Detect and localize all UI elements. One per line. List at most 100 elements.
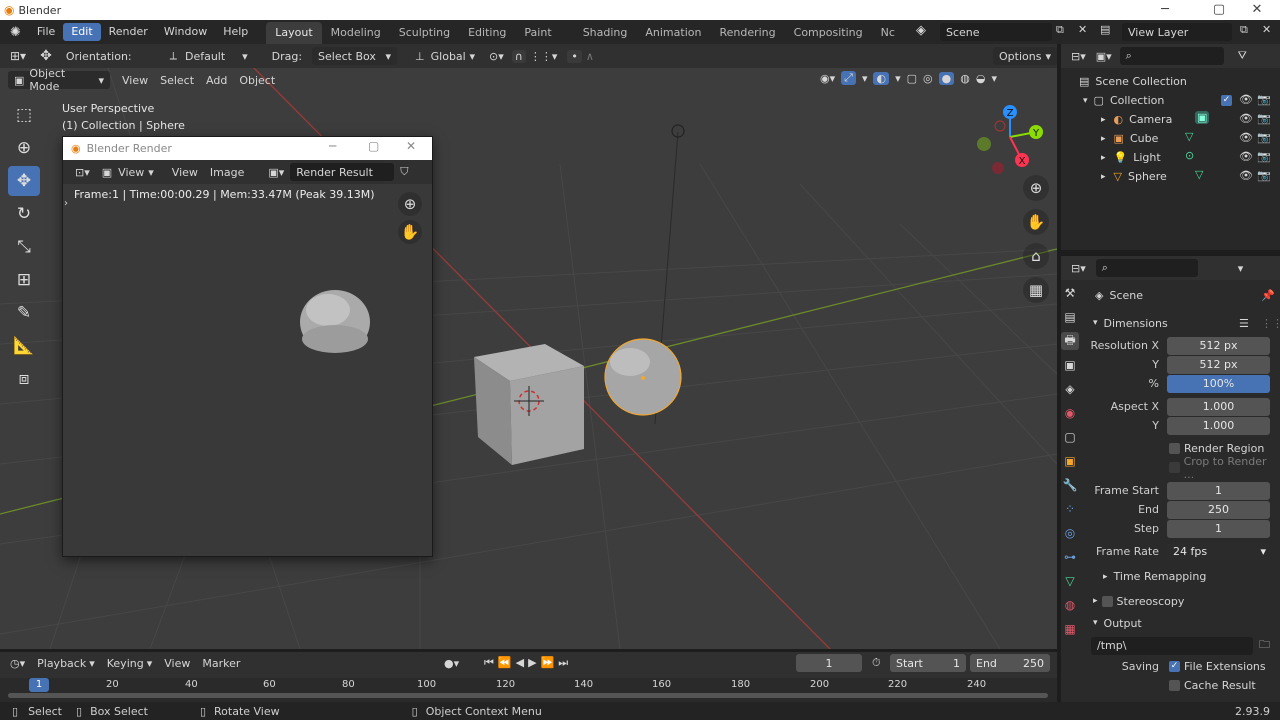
- pan-hand-icon[interactable]: ✋: [1023, 209, 1049, 235]
- data-tab-icon[interactable]: ▽: [1061, 572, 1079, 590]
- sphere-object[interactable]: [604, 338, 682, 416]
- collection-visibility-icon[interactable]: 👁: [1239, 93, 1253, 106]
- expand-arrow-icon[interactable]: ▸: [1101, 153, 1106, 163]
- image-view-mode-dropdown[interactable]: ▣ View ▾: [96, 163, 160, 181]
- render-shield-icon[interactable]: ⛉: [400, 165, 408, 179]
- transform-orientation-dropdown[interactable]: ⊥ Global ▾: [409, 47, 481, 65]
- proportional-edit-icon[interactable]: •: [567, 49, 582, 63]
- solid-shading-icon[interactable]: ●: [938, 71, 955, 85]
- output-panel-header[interactable]: ▾ Output: [1087, 612, 1277, 634]
- cube-render-icon[interactable]: 📷: [1257, 131, 1271, 144]
- physics-tab-icon[interactable]: ◎: [1061, 524, 1079, 542]
- light-visibility-icon[interactable]: 👁: [1239, 150, 1253, 163]
- move-tool-button-icon[interactable]: ✥: [8, 166, 40, 196]
- drag-handle-icon[interactable]: ⋮⋮: [1261, 317, 1280, 330]
- modifier-tab-icon[interactable]: 🔧: [1061, 476, 1079, 494]
- aspect-y-field[interactable]: 1.000: [1167, 416, 1270, 435]
- tab-compositing[interactable]: Compositing: [785, 22, 872, 44]
- tab-sculpting[interactable]: Sculpting: [390, 22, 459, 44]
- tab-layout[interactable]: Layout: [266, 22, 322, 44]
- menu-help[interactable]: Help: [215, 23, 256, 41]
- rendered-shading-icon[interactable]: ◒: [976, 72, 986, 85]
- gizmo-toggle-icon[interactable]: ⤢: [841, 71, 856, 85]
- falloff-icon[interactable]: ∧: [586, 50, 594, 63]
- playback-dropdown[interactable]: Playback ▾: [31, 654, 101, 672]
- delete-scene-icon[interactable]: ✕: [1078, 23, 1087, 36]
- render-maximize-icon[interactable]: ▢: [368, 139, 379, 153]
- image-editor-type-icon[interactable]: ⊡▾: [75, 166, 90, 179]
- current-frame-field[interactable]: 1: [796, 654, 862, 672]
- outliner-collection[interactable]: ▾ ▢ Collection ✓ 👁 📷: [1061, 91, 1280, 110]
- camera-view-icon[interactable]: ⌂: [1023, 243, 1049, 269]
- marker-menu[interactable]: Marker: [196, 654, 246, 672]
- tab-texture-paint[interactable]: Texture Paint: [515, 20, 573, 44]
- zoom-icon[interactable]: ⊕: [1023, 175, 1049, 201]
- menu-add[interactable]: Add: [200, 71, 233, 89]
- expand-arrow-icon[interactable]: ▾: [1083, 96, 1088, 106]
- stereoscopy-panel-header[interactable]: ▸ Stereoscopy: [1087, 590, 1277, 612]
- resolution-percent-slider[interactable]: 100%: [1167, 374, 1270, 393]
- sphere-visibility-icon[interactable]: 👁: [1239, 169, 1253, 182]
- light-render-icon[interactable]: 📷: [1257, 150, 1271, 163]
- playhead[interactable]: 1: [29, 678, 49, 692]
- view-layer-selector[interactable]: View Layer: [1122, 23, 1232, 41]
- cache-result-checkbox[interactable]: [1169, 680, 1180, 691]
- expand-arrow-icon[interactable]: ▸: [1101, 172, 1106, 182]
- editor-type-icon[interactable]: ⊞▾: [10, 49, 26, 63]
- outliner-scene-collection[interactable]: ▤ Scene Collection: [1061, 72, 1280, 91]
- menu-render[interactable]: Render: [101, 23, 156, 41]
- delete-view-layer-icon[interactable]: ✕: [1262, 23, 1271, 36]
- file-extensions-checkbox[interactable]: ✓: [1169, 661, 1180, 672]
- image-menu-view[interactable]: View: [166, 163, 204, 181]
- render-slot-field[interactable]: Render Result: [290, 163, 395, 181]
- menu-file[interactable]: File: [29, 23, 63, 41]
- scene-type-icon[interactable]: ◈: [916, 23, 926, 38]
- end-frame-field[interactable]: End 250: [970, 654, 1050, 672]
- presets-icon[interactable]: ☰: [1239, 317, 1249, 330]
- tab-rendering[interactable]: Rendering: [710, 22, 784, 44]
- frame-start-field[interactable]: 1: [1167, 481, 1270, 500]
- menu-view[interactable]: View: [116, 71, 154, 89]
- collection-render-icon[interactable]: 📷: [1257, 93, 1271, 106]
- tab-animation[interactable]: Animation: [636, 22, 710, 44]
- timeline-scrollbar[interactable]: [8, 693, 1048, 698]
- tool-tab-icon[interactable]: ⚒: [1061, 284, 1079, 302]
- prev-keyframe-icon[interactable]: ⏪: [498, 656, 512, 670]
- folder-icon[interactable]: 🗀: [1259, 636, 1270, 655]
- time-remapping-subpanel[interactable]: ▸ Time Remapping: [1087, 567, 1277, 586]
- overlay-toggle-icon[interactable]: ◐: [873, 71, 890, 85]
- mode-dropdown[interactable]: ▣ Object Mode ▾: [8, 67, 110, 93]
- view-layer-icon[interactable]: ▤: [1100, 23, 1110, 36]
- options-dropdown[interactable]: Options ▾: [993, 47, 1057, 65]
- scale-tool-icon[interactable]: ⤡: [8, 232, 40, 262]
- jump-end-icon[interactable]: ⏭: [558, 656, 568, 670]
- stereoscopy-checkbox[interactable]: [1101, 595, 1113, 607]
- resolution-y-field[interactable]: 512 px: [1167, 355, 1270, 374]
- image-menu-image[interactable]: Image: [204, 163, 250, 181]
- add-cube-tool-icon[interactable]: ⧈: [8, 364, 40, 394]
- next-keyframe-icon[interactable]: ⏩: [541, 656, 555, 670]
- annotate-tool-icon[interactable]: ✎: [8, 298, 40, 328]
- world-tab-icon[interactable]: ◉: [1061, 404, 1079, 422]
- play-reverse-icon[interactable]: ◀: [516, 656, 524, 670]
- drag-dropdown[interactable]: Select Box ▾: [312, 47, 398, 65]
- close-icon[interactable]: ✕: [1234, 0, 1280, 20]
- camera-visibility-icon[interactable]: 👁: [1239, 112, 1253, 125]
- render-zoom-icon[interactable]: ⊕: [398, 192, 422, 216]
- outliner-item-sphere[interactable]: ▸ ▽ Sphere ▽ 👁 📷: [1061, 167, 1280, 186]
- menu-edit[interactable]: Edit: [63, 23, 101, 41]
- snap-target-icon[interactable]: ⋮⋮▾: [530, 50, 558, 63]
- render-pan-icon[interactable]: ✋: [398, 220, 422, 244]
- properties-search[interactable]: ⌕: [1095, 259, 1198, 277]
- outliner-item-light[interactable]: ▸ 💡 Light ⊙ 👁 📷: [1061, 148, 1280, 167]
- timeline-view-menu[interactable]: View: [158, 654, 196, 672]
- render-close-icon[interactable]: ✕: [406, 139, 416, 153]
- texture-tab-icon[interactable]: ▦: [1061, 620, 1079, 638]
- blender-menu-icon[interactable]: ✺: [10, 25, 21, 40]
- frame-end-field[interactable]: 250: [1167, 500, 1270, 519]
- timeline-type-icon[interactable]: ◷▾: [10, 657, 25, 670]
- minimize-icon[interactable]: ─: [1142, 0, 1188, 20]
- measure-tool-icon[interactable]: 📐: [8, 331, 40, 361]
- object-tab-icon[interactable]: ▣: [1061, 452, 1079, 470]
- preview-range-icon[interactable]: ⏱: [872, 656, 881, 670]
